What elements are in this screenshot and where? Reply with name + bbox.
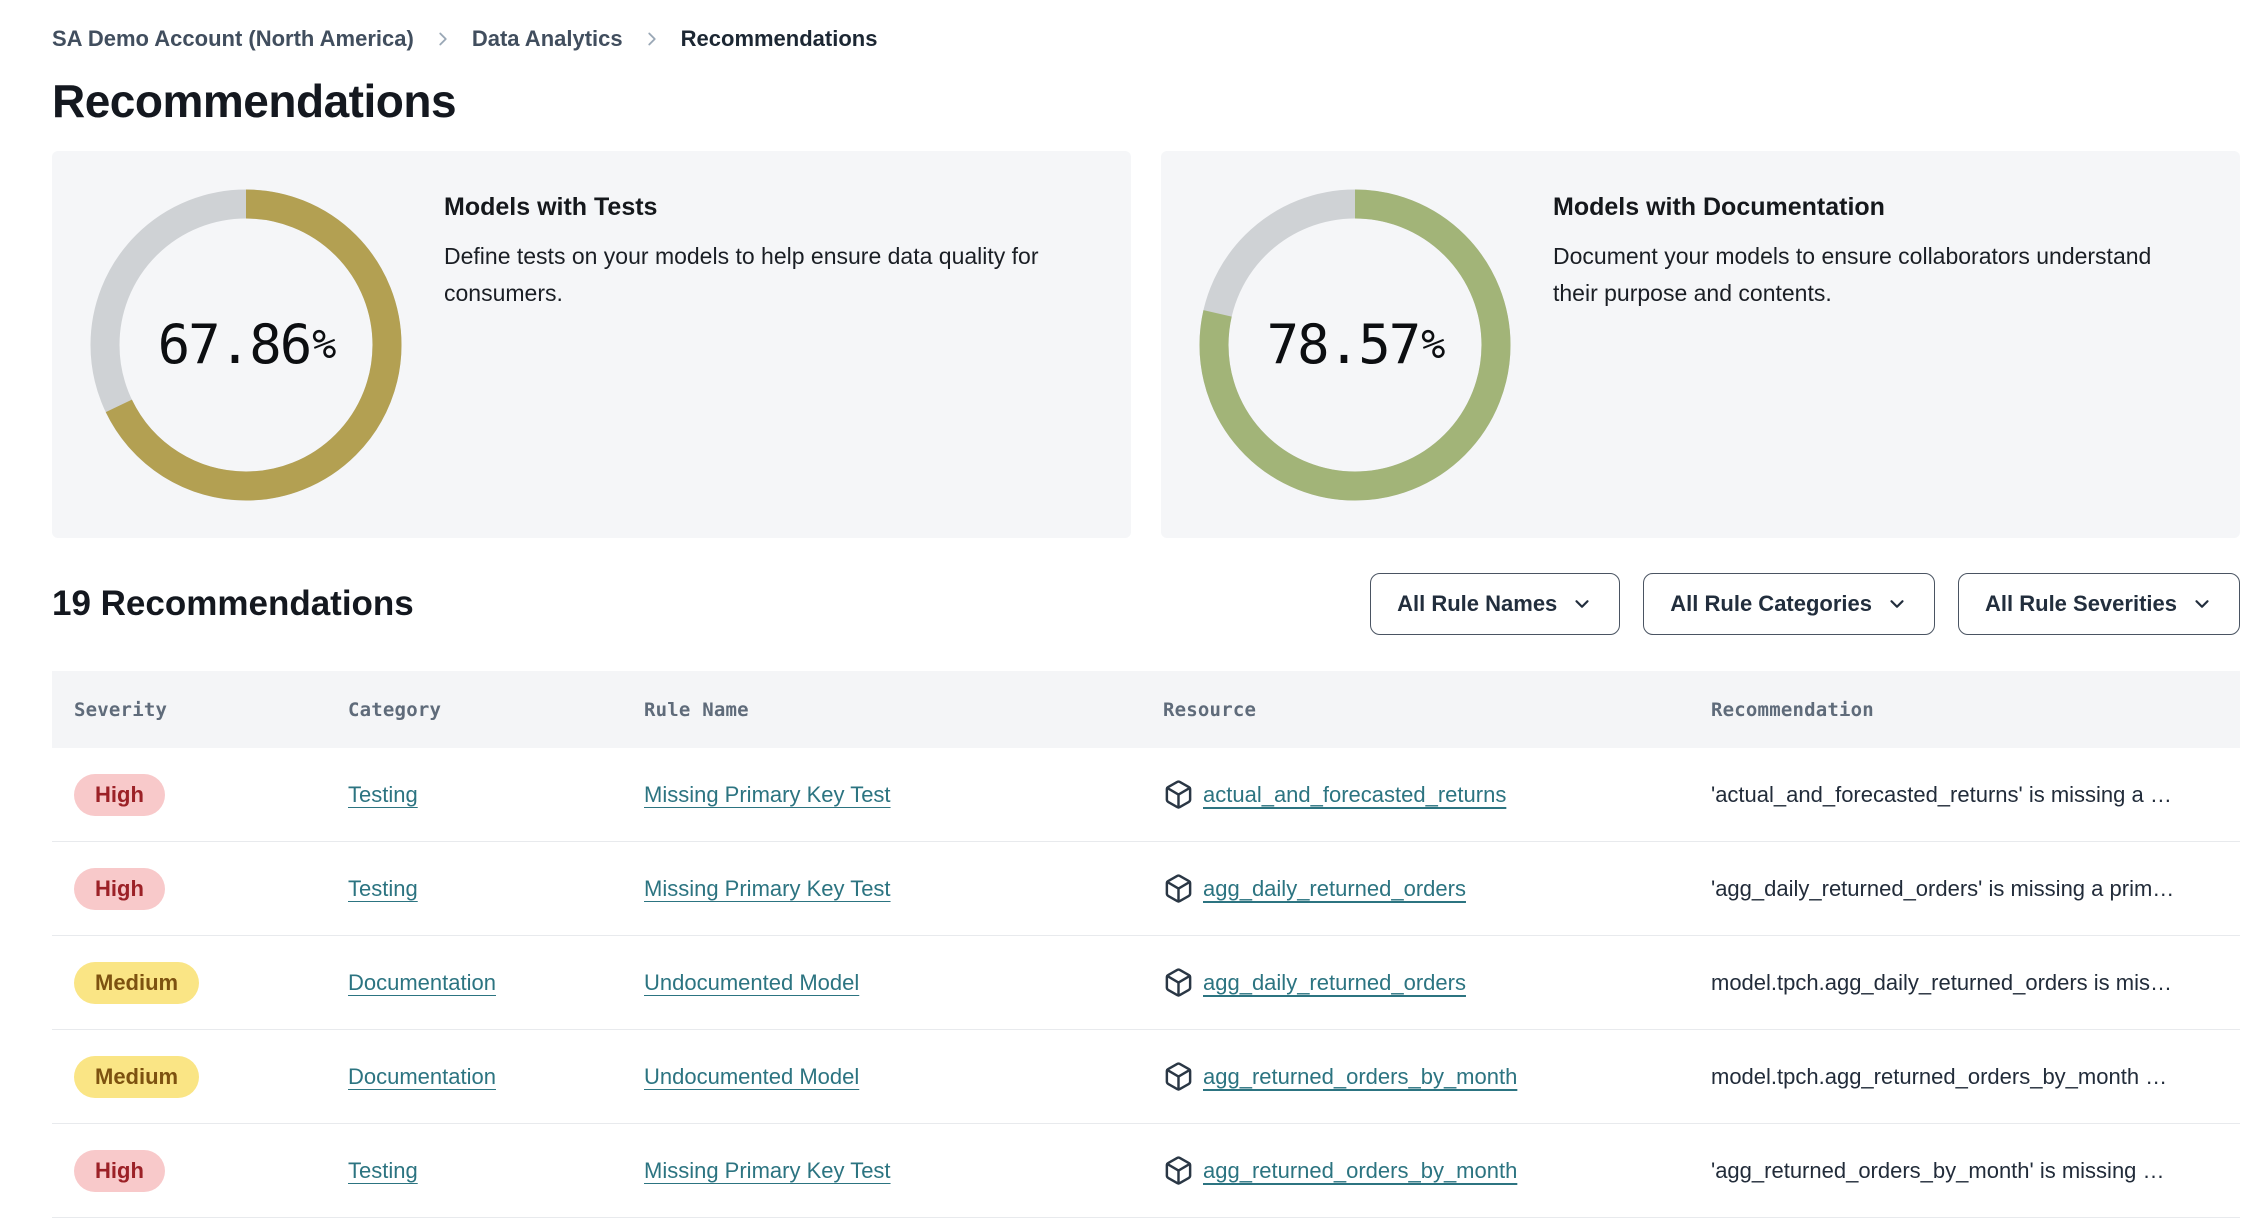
page-title: Recommendations (52, 75, 457, 127)
category-link[interactable]: Documentation (348, 970, 496, 996)
recommendation-text: 'actual_and_forecasted_returns' is missi… (1711, 781, 2172, 807)
breadcrumb-project-link[interactable]: Data Analytics (472, 26, 623, 52)
breadcrumb-current: Recommendations (680, 26, 878, 51)
rule-name-link[interactable]: Undocumented Model (644, 1064, 859, 1090)
chevron-down-icon (1890, 600, 1904, 608)
metric-cards: 67.86% Models with Tests Define tests on… (52, 151, 2240, 538)
recommendations-count-title: 19 Recommendations (52, 584, 414, 623)
rule-categories-filter-dropdown[interactable]: All Rule Categories (1643, 573, 1936, 635)
recommendation-text: model.tpch.agg_returned_orders_by_month … (1711, 1063, 2168, 1089)
recommendation-text: 'agg_returned_orders_by_month' is missin… (1711, 1157, 2165, 1183)
resource-link[interactable]: actual_and_forecasted_returns (1203, 782, 1506, 808)
rule-name-link[interactable]: Missing Primary Key Test (644, 876, 891, 902)
rule-name-link[interactable]: Missing Primary Key Test (644, 782, 891, 808)
breadcrumb-account-link[interactable]: SA Demo Account (North America) (52, 26, 414, 52)
table-body: High Testing Missing Primary Key Test ac… (52, 748, 2240, 1218)
model-cube-icon (1163, 967, 1194, 998)
column-header-recommendation: Recommendation (1711, 698, 1874, 721)
severity-badge: High (74, 773, 165, 816)
resource-link[interactable]: agg_returned_orders_by_month (1203, 1158, 1517, 1184)
chevron-right-icon (641, 28, 663, 50)
model-cube-icon (1163, 1061, 1194, 1092)
rule-name-link[interactable]: Undocumented Model (644, 970, 859, 996)
recommendations-page: SA Demo Account (North America) Data Ana… (0, 0, 2248, 1218)
table-row: High Testing Missing Primary Key Test ag… (52, 1124, 2240, 1218)
models-with-documentation-card: 78.57% Models with Documentation Documen… (1161, 151, 2240, 538)
model-cube-icon (1163, 873, 1194, 904)
resource-link[interactable]: agg_daily_returned_orders (1203, 876, 1466, 902)
severity-badge: Medium (74, 961, 200, 1004)
chevron-down-icon (2195, 600, 2209, 608)
column-header-category: Category (348, 698, 442, 721)
table-row: High Testing Missing Primary Key Test ac… (52, 748, 2240, 842)
severity-badge: High (74, 867, 165, 910)
documentation-donut-chart: 78.57% (1195, 185, 1515, 505)
model-cube-icon (1163, 779, 1194, 810)
documentation-percent-label: 78.57% (1266, 313, 1446, 376)
category-link[interactable]: Testing (348, 876, 418, 902)
models-with-tests-card: 67.86% Models with Tests Define tests on… (52, 151, 1131, 538)
table-row: High Testing Missing Primary Key Test ag… (52, 842, 2240, 936)
card-description: Document your models to ensure collabora… (1553, 243, 2152, 306)
table-header: Severity Category Rule Name Resource Rec… (52, 671, 2240, 748)
card-title: Models with Documentation (1553, 193, 1885, 221)
resource-link[interactable]: agg_returned_orders_by_month (1203, 1064, 1517, 1090)
tests-percent-label: 67.86% (157, 313, 337, 376)
rule-severities-filter-dropdown[interactable]: All Rule Severities (1958, 573, 2240, 635)
recommendation-text: 'agg_daily_returned_orders' is missing a… (1711, 875, 2175, 901)
severity-badge: High (74, 1149, 165, 1192)
severity-badge: Medium (74, 1055, 200, 1098)
table-row: Medium Documentation Undocumented Model … (52, 1030, 2240, 1124)
chevron-down-icon (1575, 600, 1589, 608)
category-link[interactable]: Testing (348, 1158, 418, 1184)
tests-donut-chart: 67.86% (86, 185, 406, 505)
column-header-rule-name: Rule Name (644, 698, 749, 721)
rule-names-filter-dropdown[interactable]: All Rule Names (1370, 573, 1621, 635)
column-header-resource: Resource (1163, 698, 1257, 721)
resource-link[interactable]: agg_daily_returned_orders (1203, 970, 1466, 996)
category-link[interactable]: Testing (348, 782, 418, 808)
breadcrumb: SA Demo Account (North America) Data Ana… (52, 24, 2240, 54)
table-row: Medium Documentation Undocumented Model … (52, 936, 2240, 1030)
rule-name-link[interactable]: Missing Primary Key Test (644, 1158, 891, 1184)
chevron-right-icon (432, 28, 454, 50)
column-header-severity: Severity (74, 698, 168, 721)
card-title: Models with Tests (444, 193, 658, 221)
list-header: 19 Recommendations All Rule Names All Ru… (52, 573, 2240, 635)
recommendations-table: Severity Category Rule Name Resource Rec… (52, 671, 2240, 1218)
recommendation-text: model.tpch.agg_daily_returned_orders is … (1711, 969, 2173, 995)
category-link[interactable]: Documentation (348, 1064, 496, 1090)
filter-bar: All Rule Names All Rule Categories All R… (1370, 573, 2240, 635)
model-cube-icon (1163, 1155, 1194, 1186)
card-description: Define tests on your models to help ensu… (444, 243, 1039, 306)
